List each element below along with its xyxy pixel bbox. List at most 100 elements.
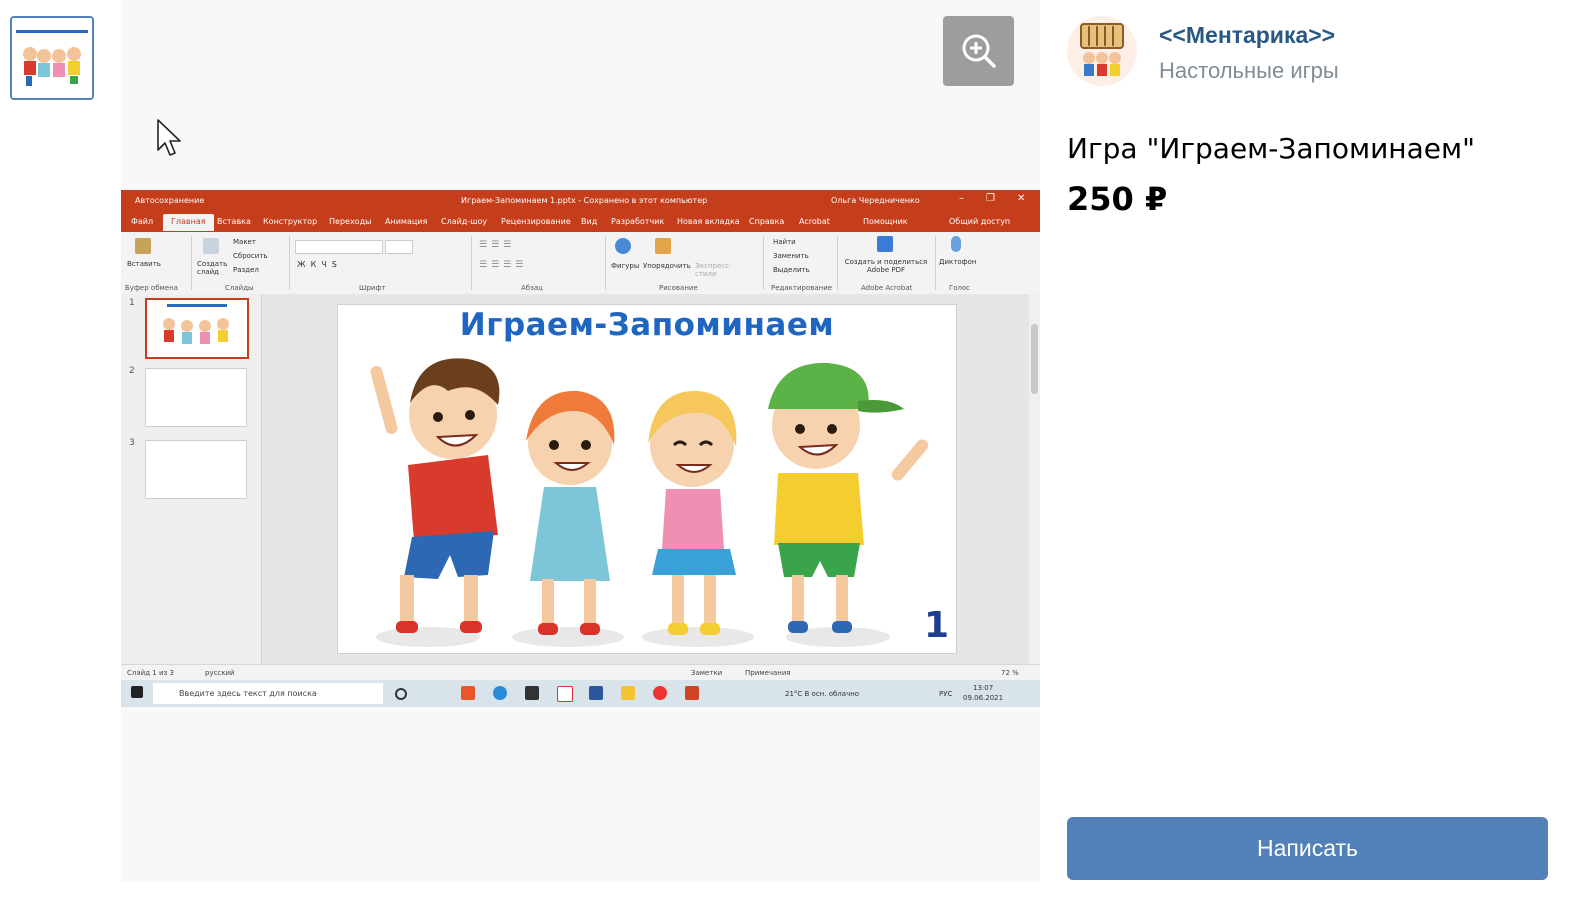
pp-tab: Анимация — [385, 217, 428, 226]
product-price: 250 ₽ — [1067, 180, 1168, 218]
ribbon-divider — [837, 236, 838, 290]
windows-start-icon — [131, 686, 143, 698]
abacus-kids-logo — [1080, 23, 1124, 76]
weather-text: 21°C В осн. облачно — [785, 690, 860, 698]
pp-tab: Справка — [749, 217, 785, 226]
pp-tab: Вид — [581, 217, 598, 226]
slide-number-label: 1 — [129, 298, 135, 308]
office-icon — [461, 686, 475, 700]
font-format-buttons: ЖКЧS — [297, 260, 342, 269]
ribbon-divider — [763, 236, 764, 290]
store-icon — [525, 686, 539, 700]
shapes-icon — [615, 238, 631, 254]
arrange-icon — [655, 238, 671, 254]
pp-tab: Вставка — [217, 217, 251, 226]
zoom-in-icon — [962, 34, 996, 68]
slides-pane: 1 2 3 — [121, 294, 262, 664]
pp-tab-active: Главная — [163, 214, 214, 231]
slide-number-label: 3 — [129, 438, 135, 448]
slide-number-label: 2 — [129, 366, 135, 376]
zoom-level: 72 % — [1001, 669, 1019, 677]
paste-icon — [135, 238, 151, 254]
pp-tab: Разработчик — [611, 217, 665, 226]
notes-label: Заметки — [691, 669, 723, 677]
restore-icon: ❐ — [986, 193, 995, 204]
paste-label: Вставить — [127, 260, 161, 268]
ribbon-group-label: Абзац — [521, 284, 543, 292]
clock-date: 09.06.2021 — [963, 694, 1004, 702]
shop-name-link[interactable]: <<Ментарика>> — [1159, 22, 1335, 49]
powerpoint-icon — [685, 686, 699, 700]
shapes-label: Фигуры — [611, 262, 640, 270]
scrollbar-thumb — [1031, 324, 1038, 394]
shop-category: Настольные игры — [1159, 58, 1339, 83]
thumbnail-column — [0, 0, 121, 897]
pp-tabs: Файл Главная Вставка Конструктор Переход… — [121, 212, 1040, 232]
ribbon-group-label: Голос — [949, 284, 971, 292]
pp-tab: Слайд-шоу — [441, 217, 488, 226]
children-illustration — [370, 358, 929, 647]
layout-label: Макет — [233, 238, 256, 246]
pp-tab: Рецензирование — [501, 217, 571, 226]
cortana-icon — [395, 688, 407, 700]
replace-label: Заменить — [773, 252, 809, 260]
pp-file-title: Играем-Запоминаем 1.pptx - Сохранено в э… — [461, 196, 708, 205]
new-slide-label: Создать слайд — [197, 260, 228, 276]
taskbar-search: Введите здесь текст для поиска — [153, 683, 383, 704]
dictate-label: Диктофон — [939, 258, 977, 266]
section-label: Раздел — [233, 266, 259, 274]
slide-thumbnail-2 — [145, 368, 247, 427]
explorer-icon — [621, 686, 635, 700]
paragraph-buttons: ☰☰☰ — [479, 240, 516, 250]
pp-workspace: 1 2 3 Играем-Запоминаем 1 — [121, 294, 1040, 664]
microphone-icon — [951, 236, 961, 252]
photo-thumbnail[interactable] — [10, 16, 94, 100]
mouse-pointer-icon — [156, 118, 184, 158]
pp-ribbon: Вставить Создать слайд Макет Сбросить Ра… — [121, 232, 1040, 295]
autosave-label: Автосохранение — [135, 196, 205, 205]
comments-label: Примечания — [745, 669, 791, 677]
ribbon-divider — [605, 236, 606, 290]
photo-viewer: Автосохранение Играем-Запоминаем 1.pptx … — [121, 0, 1040, 882]
new-slide-icon — [203, 238, 219, 254]
thumbnail-image — [12, 18, 92, 98]
adobe-create-label: Создать и поделиться Adobe PDF — [844, 258, 928, 274]
ribbon-group-label: Буфер обмена — [125, 284, 178, 292]
slide-page-number: 1 — [924, 605, 950, 646]
window-controls: – ❐ ✕ — [959, 193, 1025, 204]
find-label: Найти — [773, 238, 796, 246]
ribbon-group-label: Рисование — [659, 284, 698, 292]
pp-vertical-scrollbar — [1029, 294, 1040, 664]
product-title: Игра "Играем-Запоминаем" — [1067, 132, 1475, 165]
ribbon-divider — [471, 236, 472, 290]
product-info-panel: <<Ментарика>> Настольные игры Игра "Игра… — [1040, 0, 1596, 897]
zoom-button[interactable] — [943, 16, 1014, 86]
ribbon-group-label: Adobe Acrobat — [861, 284, 913, 292]
slide-counter: Слайд 1 из 3 — [127, 669, 174, 677]
ribbon-divider — [935, 236, 936, 290]
font-name-field — [295, 240, 383, 254]
write-message-button[interactable]: Написать — [1067, 817, 1548, 880]
product-photo[interactable]: Автосохранение Играем-Запоминаем 1.pptx … — [121, 190, 1040, 707]
slide-thumbnail-3 — [145, 440, 247, 499]
pp-tab: Помощник — [863, 217, 908, 226]
shop-avatar[interactable] — [1067, 16, 1137, 86]
windows-taskbar: Введите здесь текст для поиска 21°C В ос… — [121, 680, 1040, 707]
close-icon: ✕ — [1016, 193, 1026, 204]
word-icon — [589, 686, 603, 700]
yandex-icon — [557, 686, 573, 702]
select-label: Выделить — [773, 266, 810, 274]
pp-titlebar: Автосохранение Играем-Запоминаем 1.pptx … — [121, 190, 1040, 212]
clock-time: 13:07 — [973, 684, 994, 692]
pp-tab: Новая вкладка — [677, 217, 740, 226]
ribbon-group-label: Редактирование — [771, 284, 833, 292]
slide-thumbnail-1 — [145, 298, 249, 359]
pp-tab: Файл — [131, 217, 154, 226]
arrange-label: Упорядочить — [643, 262, 691, 270]
pp-user-name: Ольга Чередниченко — [831, 196, 920, 205]
slide-thumbnail-art — [163, 304, 229, 344]
pp-status-bar: Слайд 1 из 3 русский Заметки Примечания … — [121, 664, 1040, 681]
pp-tab: Переходы — [329, 217, 372, 226]
quick-styles-label: Экспресс-стили — [695, 262, 732, 278]
pp-tab: Acrobat — [799, 217, 830, 226]
